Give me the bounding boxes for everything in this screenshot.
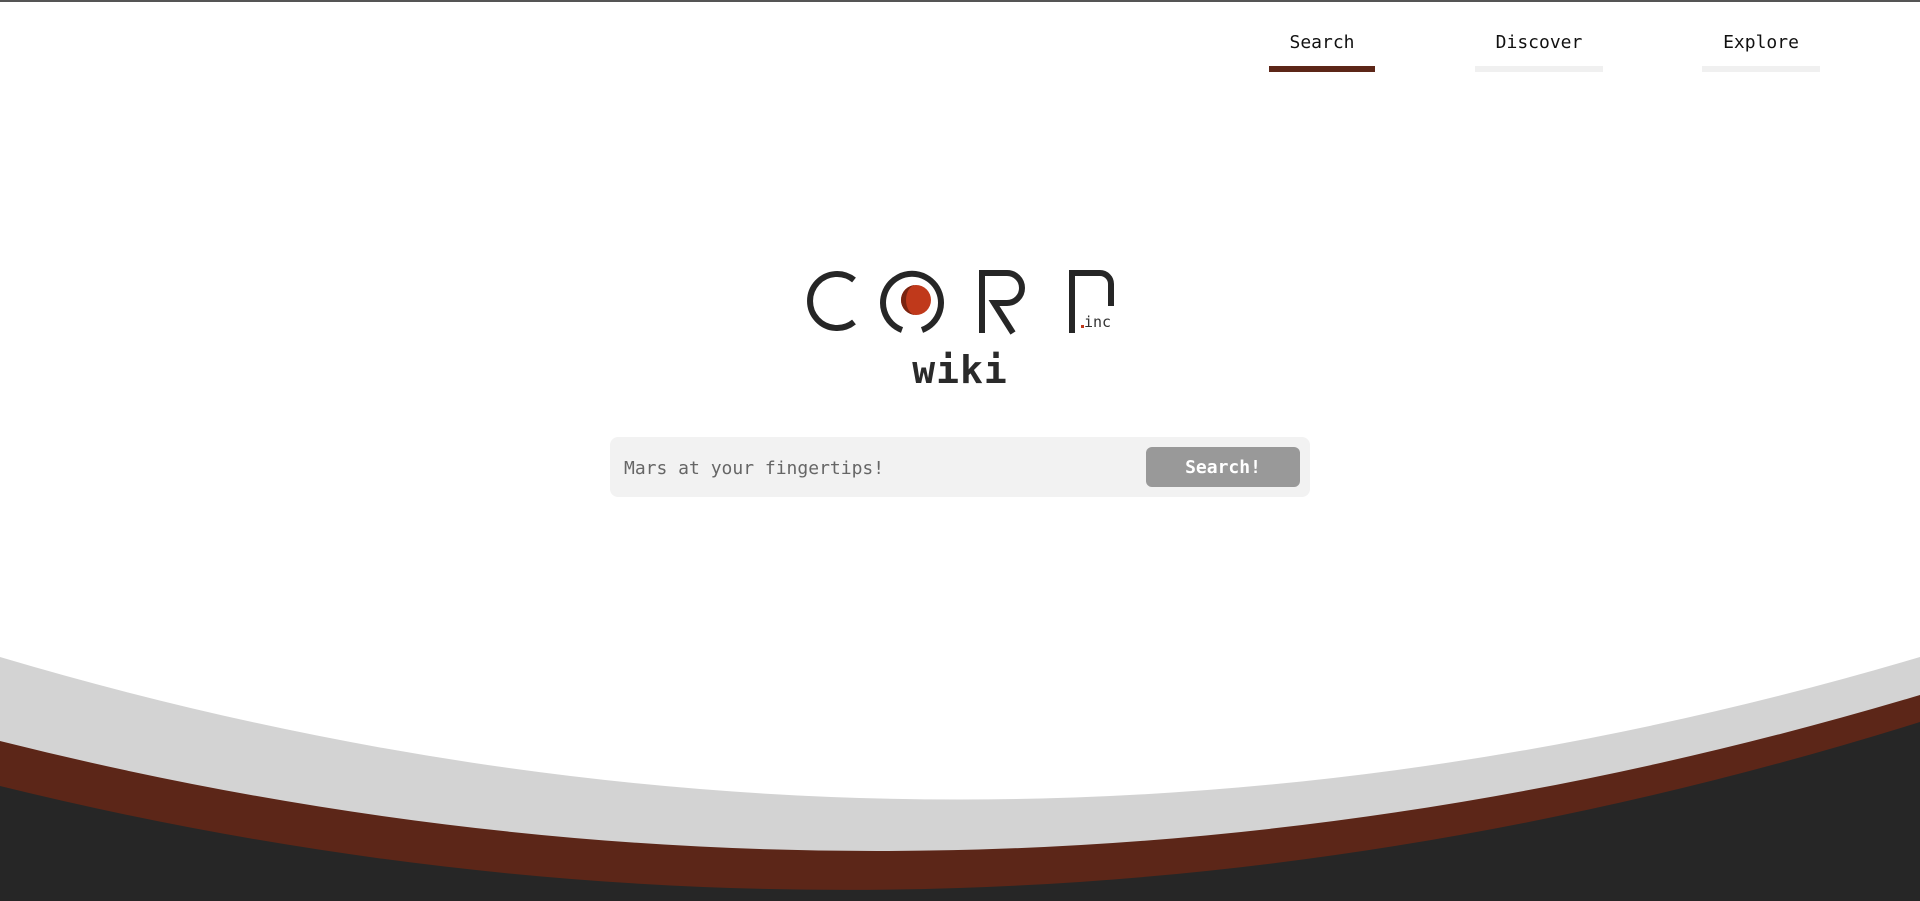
tab-search-label: Search [1289,32,1355,53]
logo-letter-r [979,270,1025,335]
product-name: wiki [912,348,1008,392]
tab-search[interactable]: Search [1269,32,1375,72]
tab-discover-label: Discover [1495,32,1583,53]
tab-explore[interactable]: Explore [1702,32,1820,72]
search-box: Search! [610,437,1310,497]
search-button[interactable]: Search! [1146,447,1300,487]
tab-explore-label: Explore [1723,32,1799,53]
top-nav: Search Discover Explore [0,2,1920,74]
decorative-waves [0,657,1920,901]
page: Search Discover Explore inc wiki Mars at… [0,0,1920,901]
tab-discover-indicator [1475,66,1603,72]
search-input[interactable] [622,447,1126,489]
corp-logo: inc wiki [794,268,1126,392]
tab-explore-indicator [1702,66,1820,72]
logo-suffix: inc [1084,313,1112,331]
tab-search-indicator [1269,66,1375,72]
logo-letter-c [807,271,856,331]
corp-wordmark-logo [807,270,1114,335]
tab-discover[interactable]: Discover [1475,32,1603,72]
